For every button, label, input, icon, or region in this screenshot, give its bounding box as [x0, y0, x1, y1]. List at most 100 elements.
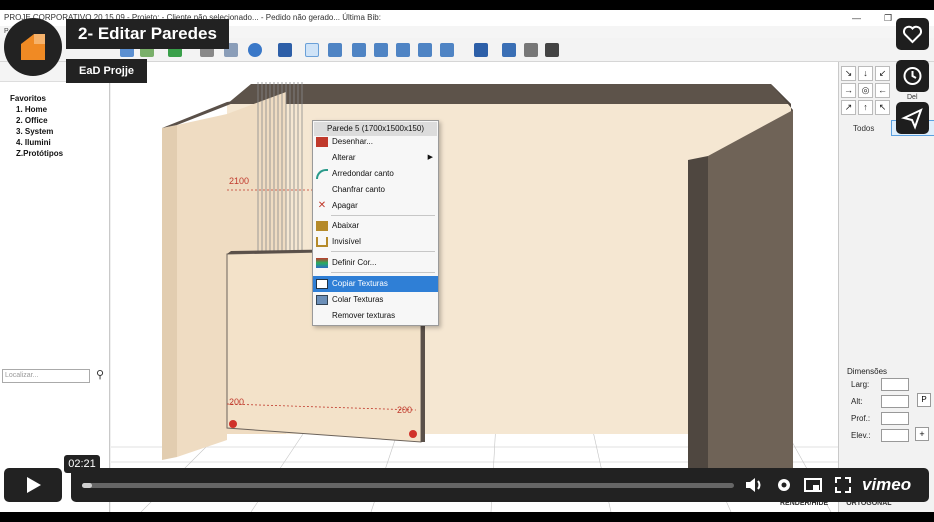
toolbar-tool-icon[interactable]: [440, 43, 454, 57]
favorite-item[interactable]: 2. Office: [10, 115, 63, 126]
copy-texture-icon: [316, 279, 328, 289]
menu-item-colar-texturas[interactable]: Colar Texturas: [313, 292, 438, 308]
left-wall-end: [162, 125, 177, 460]
menu-item-remover-texturas[interactable]: Remover texturas: [313, 308, 438, 324]
menu-item-label: Invisível: [332, 237, 361, 246]
nav-arrow-button[interactable]: ↙: [875, 66, 890, 81]
search-icon[interactable]: ⚲: [93, 368, 107, 382]
share-button[interactable]: [896, 102, 929, 134]
pip-icon[interactable]: [803, 475, 823, 495]
menu-item-label: Copiar Texturas: [332, 279, 388, 288]
toolbar-tool-icon[interactable]: [418, 43, 432, 57]
video-player: PROJE CORPORATIVO 20.15.09 - Projeto: - …: [0, 0, 934, 522]
vimeo-logo[interactable]: vimeo: [862, 475, 911, 495]
menu-separator: [331, 251, 435, 252]
favorites-title[interactable]: Favoritos: [10, 93, 63, 104]
menu-item-label: Apagar: [332, 201, 358, 210]
projje-logo-icon: [21, 34, 45, 60]
plus-button[interactable]: +: [915, 427, 929, 441]
draw-icon: [316, 137, 328, 147]
menu-item-invisivel[interactable]: Invisível: [313, 234, 438, 250]
minimize-button[interactable]: —: [852, 10, 861, 26]
del-label[interactable]: Del: [907, 94, 918, 101]
library-panel: Favoritos 1. Home 2. Office 3. System 4.…: [0, 62, 110, 512]
favorite-item[interactable]: Z.Protótipos: [10, 148, 63, 159]
round-corner-icon: [316, 169, 328, 179]
toolbar-tool-icon[interactable]: [474, 43, 488, 57]
tab-todos[interactable]: Todos: [853, 124, 874, 133]
dim-label-2100: 2100: [229, 176, 249, 186]
lower-icon: [316, 221, 328, 231]
time-display: 02:21: [64, 455, 100, 473]
menu-separator: [331, 215, 435, 216]
corner-marker[interactable]: [409, 430, 417, 438]
depth-field[interactable]: [881, 412, 909, 425]
favorite-item[interactable]: 4. Ilumini: [10, 137, 63, 148]
menu-item-copiar-texturas[interactable]: Copiar Texturas: [313, 276, 438, 292]
progress-bar[interactable]: [82, 483, 734, 488]
menu-item-chanfrar-canto[interactable]: Chanfrar canto: [313, 182, 438, 198]
toolbar-tool-icon[interactable]: [278, 43, 292, 57]
play-button[interactable]: [4, 468, 62, 502]
menu-item-label: Arredondar canto: [332, 169, 394, 178]
video-title[interactable]: 2- Editar Paredes: [66, 19, 229, 49]
nav-arrow-button[interactable]: →: [841, 83, 856, 98]
dim-label-alt: Alt:: [851, 397, 863, 406]
nav-center-button[interactable]: ◎: [858, 83, 873, 98]
paste-texture-icon: [316, 295, 328, 305]
dim-label-larg: Larg:: [851, 380, 870, 389]
menu-item-alterar[interactable]: Alterar ▶: [313, 150, 438, 166]
menu-item-label: Definir Cor...: [332, 258, 377, 267]
toolbar-tool-icon[interactable]: [502, 43, 516, 57]
toolbar-tool-icon[interactable]: [374, 43, 388, 57]
corner-marker[interactable]: [229, 420, 237, 428]
menu-item-abaixar[interactable]: Abaixar: [313, 218, 438, 234]
nav-arrow-button[interactable]: ↑: [858, 100, 873, 115]
toolbar-tool-icon[interactable]: [248, 43, 262, 57]
menu-item-definir-cor[interactable]: Definir Cor...: [313, 255, 438, 271]
menu-item-label: Remover texturas: [332, 311, 396, 320]
p-button[interactable]: P: [917, 393, 931, 407]
menu-separator: [331, 272, 435, 273]
menu-item-arredondar-canto[interactable]: Arredondar canto: [313, 166, 438, 182]
select-tool-icon[interactable]: [305, 43, 319, 57]
heart-icon: [902, 25, 923, 44]
fullscreen-icon[interactable]: [833, 475, 853, 495]
wall-top-edge: [227, 84, 791, 104]
progress-fill: [82, 483, 92, 488]
favorites-tree: Favoritos 1. Home 2. Office 3. System 4.…: [10, 93, 63, 159]
width-field[interactable]: [881, 378, 909, 391]
video-author[interactable]: EaD Projje: [66, 59, 148, 83]
nav-arrow-button[interactable]: ↘: [841, 66, 856, 81]
menu-item-label: Chanfrar canto: [332, 185, 385, 194]
nav-arrow-button[interactable]: ↓: [858, 66, 873, 81]
color-icon: [316, 258, 328, 268]
clock-icon: [903, 67, 922, 85]
nav-arrow-button[interactable]: ↖: [875, 100, 890, 115]
right-wall-end: [688, 156, 708, 482]
favorite-item[interactable]: 1. Home: [10, 104, 63, 115]
nav-arrow-button[interactable]: ←: [875, 83, 890, 98]
search-input[interactable]: Localizar...: [2, 369, 90, 383]
left-wall-face[interactable]: [177, 114, 227, 457]
restore-button[interactable]: ❐: [884, 10, 892, 26]
settings-icon[interactable]: [774, 475, 794, 495]
like-button[interactable]: [896, 18, 929, 50]
toolbar-tool-icon[interactable]: [328, 43, 342, 57]
image-icon[interactable]: [524, 43, 538, 57]
toolbar-tool-icon[interactable]: [352, 43, 366, 57]
camera-icon[interactable]: [545, 43, 559, 57]
menu-item-desenhar[interactable]: Desenhar...: [313, 134, 438, 150]
channel-avatar[interactable]: [4, 18, 62, 76]
elevation-field[interactable]: [881, 429, 909, 442]
invisible-icon: [316, 237, 328, 247]
volume-icon[interactable]: [744, 475, 764, 495]
watch-later-button[interactable]: [896, 60, 929, 92]
nav-arrow-button[interactable]: ↗: [841, 100, 856, 115]
menu-item-label: Colar Texturas: [332, 295, 384, 304]
menu-item-apagar[interactable]: ✕ Apagar: [313, 198, 438, 214]
toolbar-tool-icon[interactable]: [396, 43, 410, 57]
3d-viewport[interactable]: 2100 200 200: [111, 62, 838, 512]
height-field[interactable]: [881, 395, 909, 408]
favorite-item[interactable]: 3. System: [10, 126, 63, 137]
